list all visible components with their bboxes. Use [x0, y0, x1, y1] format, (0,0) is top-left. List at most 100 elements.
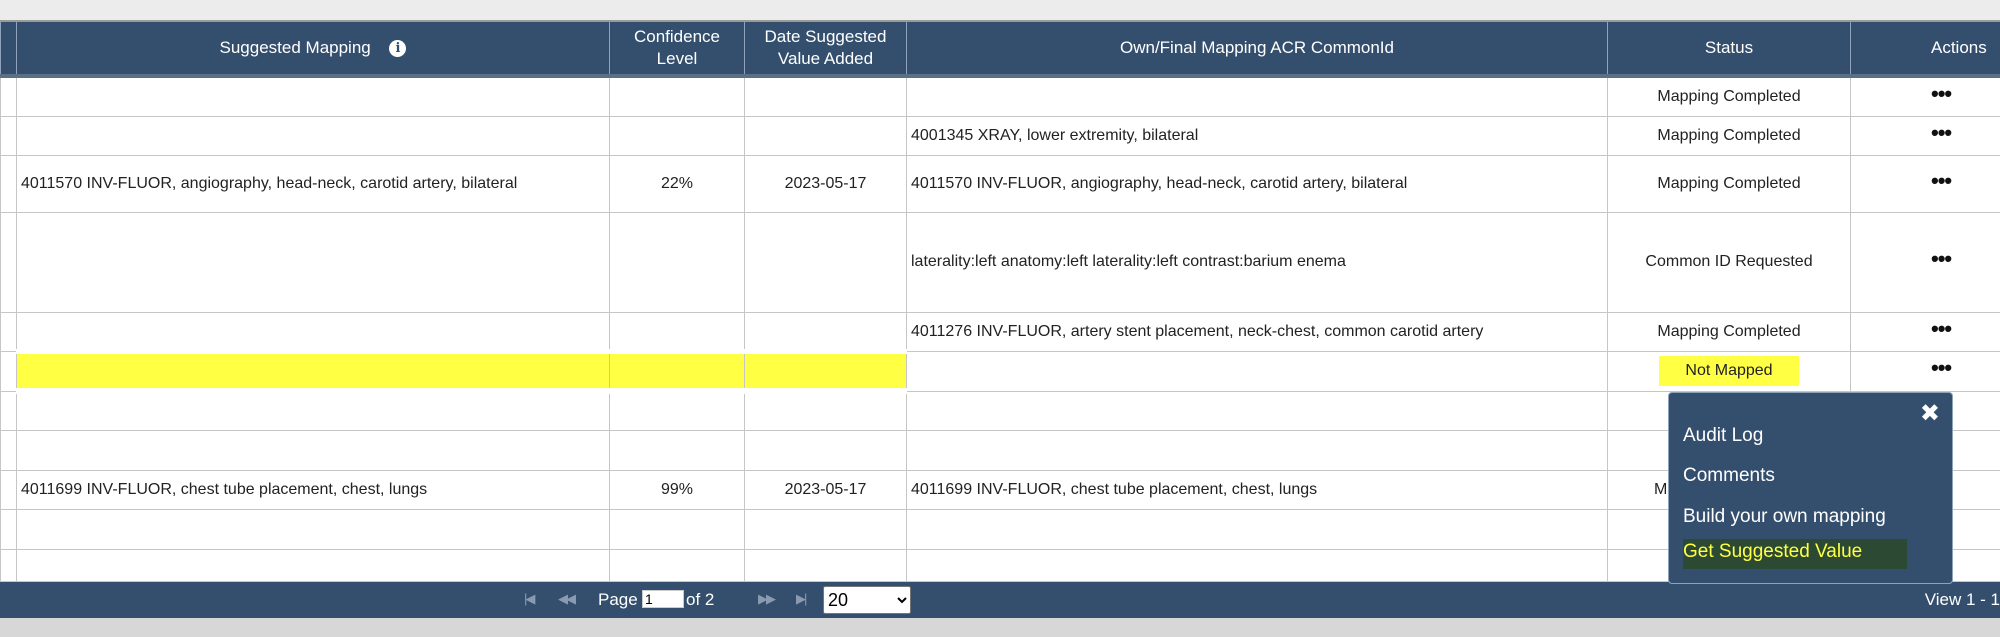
row-actions-icon[interactable]: ••• — [1931, 168, 1952, 193]
menu-item-audit-log[interactable]: Audit Log — [1683, 425, 1763, 447]
actions-cell: ••• — [1850, 154, 2000, 213]
column-header-actions: Actions — [1850, 22, 2000, 78]
view-range-label: View 1 - 1 — [1924, 590, 2000, 609]
status-cell: Mapping Completed — [1607, 154, 1851, 213]
pagination-bar: |◀ ◀◀ Page of 2 ▶▶ ▶| 20 View 1 - 1 — [0, 582, 2000, 618]
table-row[interactable]: 4011276 INV-FLUOR, artery stent placemen… — [0, 311, 2000, 352]
row-actions-menu: ✖ Audit Log Comments Build your own mapp… — [1668, 392, 1953, 584]
own-mapping-cell: 4011276 INV-FLUOR, artery stent placemen… — [906, 311, 1608, 352]
last-page-icon[interactable]: ▶| — [796, 591, 807, 607]
date-suggested-cell — [744, 548, 907, 582]
date-suggested-cell — [744, 429, 907, 471]
suggested-mapping-cell — [16, 348, 610, 394]
date-suggested-cell — [744, 348, 907, 394]
page-size-select[interactable]: 20 — [823, 586, 911, 614]
top-toolbar-strip — [0, 0, 2000, 22]
own-mapping-cell — [906, 548, 1608, 582]
table-row[interactable]: Mapping Completed ••• — [0, 75, 2000, 117]
status-cell: Mapping Completed — [1607, 75, 1851, 117]
prev-page-icon[interactable]: ◀◀ — [558, 591, 576, 607]
actions-cell: ••• — [1850, 350, 2000, 392]
suggested-mapping-cell — [16, 311, 610, 352]
page-number-input[interactable] — [642, 590, 684, 608]
date-suggested-cell — [744, 115, 907, 156]
own-mapping-cell — [906, 508, 1608, 550]
column-header-status[interactable]: Status — [1607, 22, 1851, 78]
table-row[interactable]: 4001345 XRAY, lower extremity, bilateral… — [0, 115, 2000, 156]
row-actions-icon[interactable]: ••• — [1931, 355, 1952, 380]
suggested-mapping-cell — [16, 211, 610, 313]
own-mapping-cell — [906, 350, 1608, 392]
actions-cell: ••• — [1850, 115, 2000, 156]
column-header-hidden — [0, 22, 17, 78]
row-edge-cell — [0, 154, 17, 213]
row-actions-icon[interactable]: ••• — [1931, 246, 1952, 271]
row-edge-cell — [0, 311, 17, 352]
grid-header-row: Suggested Mapping i Confidence Level Dat… — [0, 22, 2000, 78]
suggested-mapping-cell — [16, 75, 610, 117]
table-row[interactable]: 4011570 INV-FLUOR, angiography, head-nec… — [0, 154, 2000, 213]
date-suggested-cell: 2023-05-17 — [744, 154, 907, 213]
confidence-cell — [609, 348, 745, 394]
status-badge: Not Mapped — [1659, 356, 1799, 386]
page-total-label: of 2 — [686, 590, 715, 609]
date-suggested-cell — [744, 508, 907, 550]
suggested-mapping-cell — [16, 429, 610, 471]
suggested-mapping-cell — [16, 390, 610, 431]
suggested-mapping-cell — [16, 548, 610, 582]
row-edge-cell — [0, 115, 17, 156]
row-edge-cell — [0, 429, 17, 471]
confidence-cell — [609, 115, 745, 156]
own-mapping-cell: laterality:left anatomy:left laterality:… — [906, 211, 1608, 313]
date-suggested-cell — [744, 311, 907, 352]
suggested-mapping-cell — [16, 115, 610, 156]
info-icon[interactable]: i — [389, 40, 407, 58]
row-edge-cell — [0, 350, 17, 392]
row-actions-icon[interactable]: ••• — [1931, 81, 1952, 106]
date-suggested-cell: 2023-05-17 — [744, 469, 907, 510]
page-label: Page — [598, 590, 638, 609]
next-page-icon[interactable]: ▶▶ — [758, 591, 776, 607]
table-row[interactable]: laterality:left anatomy:left laterality:… — [0, 211, 2000, 313]
close-icon[interactable]: ✖ — [1920, 399, 1940, 428]
confidence-cell: 22% — [609, 154, 745, 213]
status-cell: Mapping Completed — [1607, 311, 1851, 352]
menu-item-build-own-mapping[interactable]: Build your own mapping — [1683, 506, 1886, 528]
confidence-cell: 99% — [609, 469, 745, 510]
row-edge-cell — [0, 469, 17, 510]
column-header-own-final-mapping[interactable]: Own/Final Mapping ACR CommonId — [906, 22, 1608, 78]
status-cell: Common ID Requested — [1607, 211, 1851, 313]
row-edge-cell — [0, 508, 17, 550]
row-edge-cell — [0, 75, 17, 117]
date-suggested-cell — [744, 390, 907, 431]
date-suggested-cell — [744, 75, 907, 117]
own-mapping-cell — [906, 75, 1608, 117]
column-header-date-suggested[interactable]: Date Suggested Value Added — [744, 22, 907, 78]
row-actions-icon[interactable]: ••• — [1931, 316, 1952, 341]
menu-item-get-suggested-value[interactable]: Get Suggested Value — [1683, 539, 1908, 569]
confidence-cell — [609, 548, 745, 582]
column-header-suggested-mapping[interactable]: Suggested Mapping i — [16, 22, 610, 78]
suggested-mapping-cell: 4011570 INV-FLUOR, angiography, head-nec… — [16, 154, 610, 213]
first-page-icon[interactable]: |◀ — [524, 591, 535, 607]
confidence-cell — [609, 508, 745, 550]
suggested-mapping-cell: 4011699 INV-FLUOR, chest tube placement,… — [16, 469, 610, 510]
row-actions-icon[interactable]: ••• — [1931, 120, 1952, 145]
table-row[interactable]: Not Mapped ••• — [0, 348, 2000, 394]
menu-item-comments[interactable]: Comments — [1683, 465, 1775, 487]
confidence-cell — [609, 211, 745, 313]
confidence-cell — [609, 429, 745, 471]
actions-cell: ••• — [1850, 211, 2000, 313]
own-mapping-cell: 4011699 INV-FLUOR, chest tube placement,… — [906, 469, 1608, 510]
own-mapping-cell — [906, 390, 1608, 431]
date-suggested-cell — [744, 211, 907, 313]
row-edge-cell — [0, 211, 17, 313]
own-mapping-cell: 4001345 XRAY, lower extremity, bilateral — [906, 115, 1608, 156]
confidence-cell — [609, 311, 745, 352]
column-header-confidence-level[interactable]: Confidence Level — [609, 22, 745, 78]
confidence-cell — [609, 75, 745, 117]
suggested-mapping-cell — [16, 508, 610, 550]
status-cell: Mapping Completed — [1607, 115, 1851, 156]
actions-cell: ••• — [1850, 311, 2000, 352]
row-edge-cell — [0, 548, 17, 582]
